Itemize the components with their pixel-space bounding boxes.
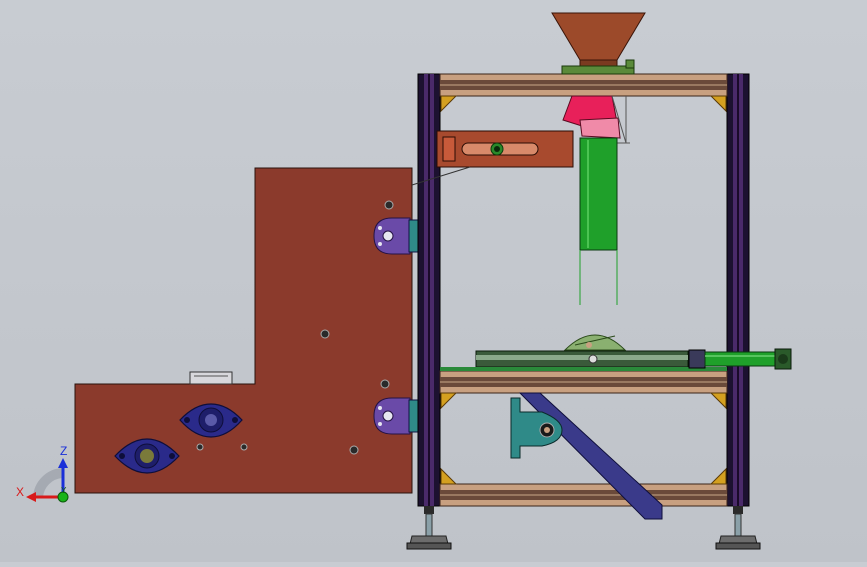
leveling-foot-left[interactable] — [406, 506, 452, 550]
frame-top-rail[interactable] — [439, 73, 728, 97]
hinge-upper[interactable] — [373, 217, 420, 255]
frame-bottom-rail[interactable] — [439, 483, 728, 507]
forming-tube[interactable] — [579, 137, 618, 305]
seal-jaw-assembly[interactable] — [440, 334, 727, 371]
cad-viewport[interactable]: Z X Y — [0, 0, 867, 562]
y-axis-label: Y — [61, 486, 67, 495]
x-axis-label: X — [16, 485, 24, 499]
frame-right-post[interactable] — [726, 73, 750, 507]
cad-model-drawing: Z X Y — [16, 12, 792, 550]
frame-middle-rail[interactable] — [439, 370, 728, 394]
pneumatic-cylinder[interactable] — [688, 348, 792, 370]
hopper[interactable] — [551, 12, 646, 75]
plate-top-block — [189, 371, 233, 385]
z-axis-label: Z — [60, 444, 67, 458]
hinge-lower[interactable] — [373, 397, 420, 435]
orientation-triad[interactable]: Z X Y — [16, 444, 69, 503]
leveling-foot-right[interactable] — [715, 506, 761, 550]
